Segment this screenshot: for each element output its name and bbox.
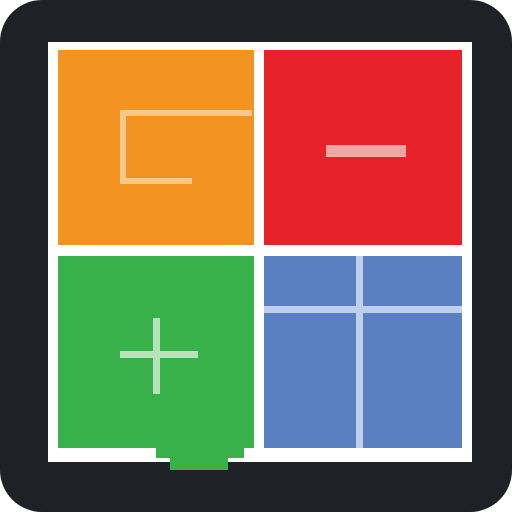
app-icon-graphic (0, 0, 512, 512)
minus-symbol-icon (326, 145, 406, 157)
tile-orange (58, 50, 254, 245)
app-icon[interactable] (0, 0, 512, 512)
